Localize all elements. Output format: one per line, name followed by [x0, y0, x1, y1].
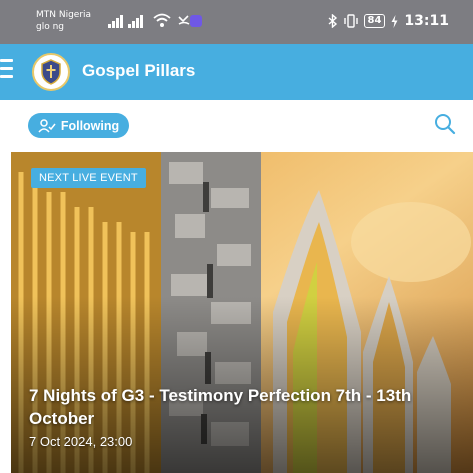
vibrate-icon [343, 14, 358, 28]
wifi-icon [153, 13, 171, 27]
status-right-group: 84 13:11 [328, 13, 449, 29]
missed-call-icon [178, 15, 190, 25]
carrier-secondary: glo ng [36, 22, 64, 32]
app-bar: Gospel Pillars [0, 44, 473, 100]
bolt-icon [391, 14, 398, 28]
signal-strength-1-icon [108, 14, 123, 28]
app-title: Gospel Pillars [82, 61, 196, 80]
church-logo [32, 53, 70, 91]
user-check-icon [38, 118, 56, 133]
next-live-event-badge: NEXT LIVE EVENT [31, 168, 146, 188]
status-bar: MTN Nigeria glo ng 84 13:11 [0, 0, 473, 44]
carrier-primary: MTN Nigeria [36, 10, 92, 20]
church-crest-icon [41, 59, 61, 85]
carrier-info: MTN Nigeria glo ng [36, 9, 91, 33]
following-button[interactable]: Following [28, 113, 129, 138]
search-icon[interactable] [434, 113, 456, 135]
event-date: 7 Oct 2024, 23:00 [29, 434, 133, 449]
app-notification-icon [190, 15, 202, 27]
next-live-event-card[interactable]: NEXT LIVE EVENT 7 Nights of G3 - Testimo… [11, 152, 473, 473]
event-title[interactable]: 7 Nights of G3 - Testimony Perfection 7t… [29, 384, 469, 430]
status-time: 13:11 [404, 13, 449, 29]
bluetooth-icon [328, 14, 337, 28]
following-label: Following [60, 118, 120, 133]
menu-icon[interactable] [0, 59, 13, 79]
battery-indicator: 84 [363, 14, 386, 28]
signal-strength-2-icon [128, 14, 143, 28]
